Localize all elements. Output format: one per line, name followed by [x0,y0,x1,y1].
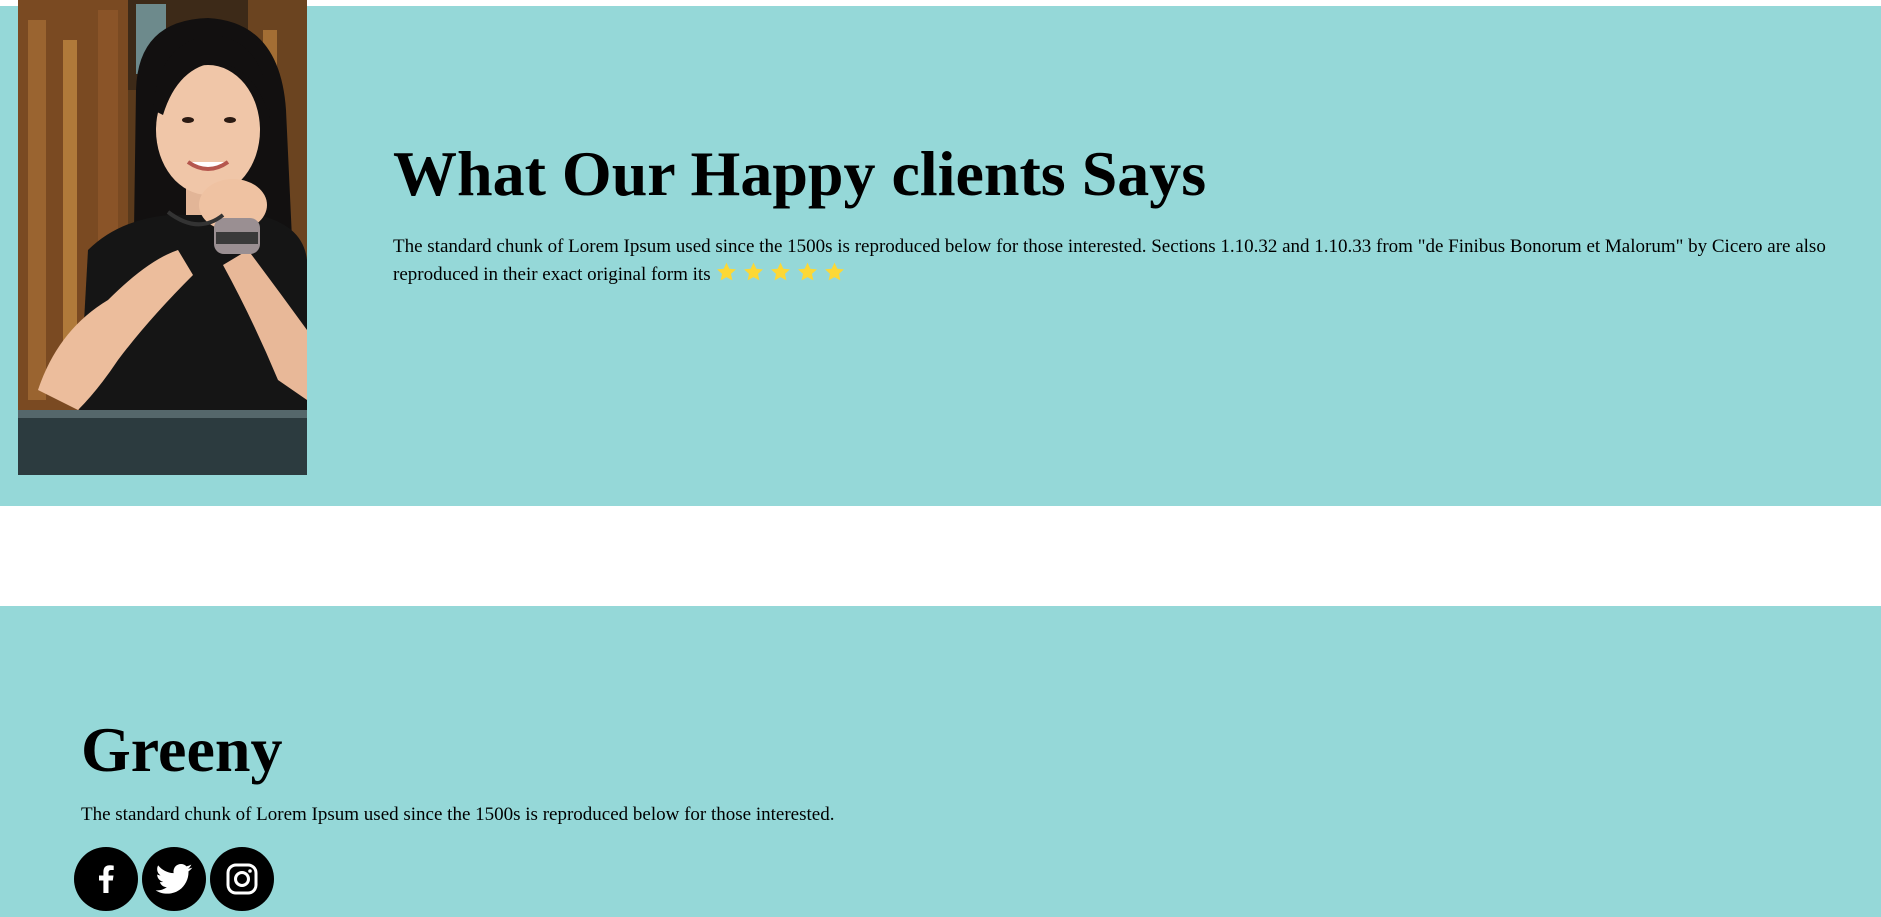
testimonial-text: The standard chunk of Lorem Ipsum used s… [393,233,1881,289]
instagram-icon [222,859,262,899]
client-photo [18,0,307,475]
facebook-icon [86,859,126,899]
star-icon [742,261,765,283]
star-icon [715,261,738,283]
instagram-link[interactable] [210,847,274,911]
brand-title: Greeny [81,714,283,785]
testimonial-content: What Our Happy clients Says The standard… [393,130,1881,289]
star-rating [715,261,846,283]
footer-section: Greeny The standard chunk of Lorem Ipsum… [0,606,1881,917]
star-icon [823,261,846,283]
section-spacer [0,506,1881,606]
facebook-link[interactable] [74,847,138,911]
testimonial-section: What Our Happy clients Says The standard… [0,0,1881,506]
testimonial-title: What Our Happy clients Says [393,138,1207,209]
social-links [74,847,274,911]
star-icon [769,261,792,283]
brand-tagline: The standard chunk of Lorem Ipsum used s… [81,804,835,825]
twitter-link[interactable] [142,847,206,911]
twitter-icon [154,859,194,899]
testimonial-quote: The standard chunk of Lorem Ipsum used s… [393,236,1826,285]
star-icon [796,261,819,283]
